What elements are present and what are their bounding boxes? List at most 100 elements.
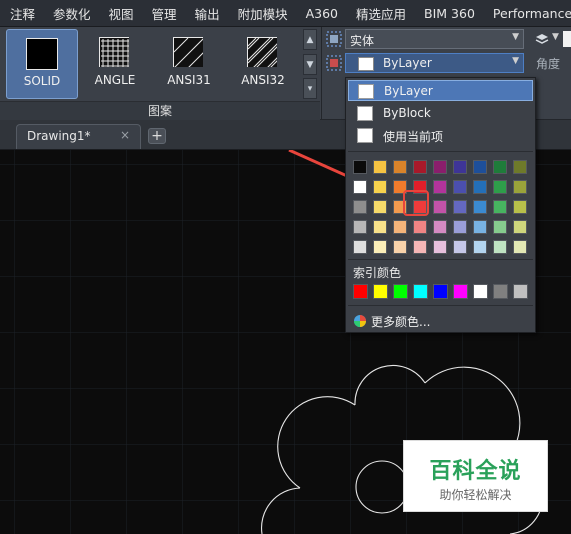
palette-swatch[interactable] [513,160,527,174]
color-option-byblock[interactable]: ByBlock [348,103,533,124]
palette-swatch[interactable] [473,180,487,194]
palette-swatch[interactable] [353,240,367,254]
index-color-swatch[interactable] [433,284,448,299]
hatch-panel-title: 图案 [0,101,320,120]
palette-swatch[interactable] [453,240,467,254]
menu-performance[interactable]: Performance [483,6,571,21]
option-label: 使用当前项 [383,130,444,144]
palette-swatch[interactable] [413,160,427,174]
palette-swatch[interactable] [353,180,367,194]
color-select[interactable]: ByLayer ▼ [345,53,524,73]
linetype-icon [326,31,342,47]
palette-swatch[interactable] [413,220,427,234]
palette-swatch[interactable] [353,220,367,234]
index-color-swatch[interactable] [413,284,428,299]
watermark-logo: 百科全说 助你轻松解决 [403,440,548,512]
hatch-pattern-solid[interactable]: SOLID [6,29,78,99]
menu-output[interactable]: 输出 [185,4,228,23]
palette-swatch[interactable] [473,240,487,254]
palette-swatch[interactable] [433,180,447,194]
close-icon[interactable]: × [120,128,130,142]
separator [348,259,533,260]
palette-swatch[interactable] [433,220,447,234]
watermark-title: 百科全说 [429,459,522,484]
white-chip [357,106,373,121]
palette-swatch[interactable] [373,240,387,254]
solid-pattern-icon [26,38,58,70]
index-color-swatch[interactable] [453,284,468,299]
menu-a360[interactable]: A360 [296,6,346,21]
more-colors-button[interactable]: 更多颜色... [353,312,533,330]
palette-swatch[interactable] [433,240,447,254]
palette-swatch[interactable] [353,200,367,214]
linetype-value: 实体 [350,34,375,48]
white-chip [358,84,374,99]
ansi31-pattern-icon [173,37,203,67]
color-value: ByLayer [383,56,432,70]
palette-swatch[interactable] [393,220,407,234]
palette-swatch[interactable] [493,220,507,234]
chevron-down-icon[interactable]: ▼ [552,32,559,42]
menu-annotate[interactable]: 注释 [0,4,43,23]
chevron-down-icon: ▼ [512,32,519,42]
palette-swatch[interactable] [393,240,407,254]
more-colors-label: 更多颜色... [371,315,431,329]
menu-parametric[interactable]: 参数化 [43,4,99,23]
color-option-bylayer[interactable]: ByLayer [348,80,533,101]
index-color-swatch[interactable] [513,284,528,299]
menu-view[interactable]: 视图 [99,4,142,23]
palette-swatch[interactable] [393,160,407,174]
new-tab-button[interactable]: + [148,128,166,144]
palette-swatch[interactable] [513,220,527,234]
hatch-pattern-ansi32[interactable]: ANSI32 [228,29,298,97]
layers-icon[interactable] [534,31,550,47]
palette-swatch[interactable] [413,240,427,254]
linetype-select[interactable]: 实体 ▼ [345,29,524,49]
index-color-swatch[interactable] [393,284,408,299]
index-color-swatch[interactable] [353,284,368,299]
hatch-pattern-angle[interactable]: ANGLE [80,29,150,97]
palette-swatch[interactable] [473,200,487,214]
separator [348,305,533,306]
palette-swatch[interactable] [373,160,387,174]
palette-swatch[interactable] [373,180,387,194]
menu-manage[interactable]: 管理 [142,4,185,23]
palette-swatch[interactable] [453,160,467,174]
palette-swatch[interactable] [433,160,447,174]
index-color-label: 索引颜色 [353,266,402,280]
tab-label: Drawing1* [27,129,91,143]
palette-swatch[interactable] [453,200,467,214]
menu-addins[interactable]: 附加模块 [228,4,296,23]
color-option-current[interactable]: 使用当前项 [348,125,533,146]
palette-swatch[interactable] [493,200,507,214]
palette-swatch[interactable] [453,220,467,234]
palette-swatch[interactable] [513,240,527,254]
palette-swatch[interactable] [493,240,507,254]
hatch-pattern-label: ANSI31 [167,73,211,87]
index-color-swatch[interactable] [373,284,388,299]
menu-featured-apps[interactable]: 精选应用 [346,4,414,23]
palette-swatch[interactable] [493,180,507,194]
hatch-pattern-ansi31[interactable]: ANSI31 [154,29,224,97]
palette-swatch[interactable] [473,220,487,234]
palette-swatch[interactable] [513,200,527,214]
tab-drawing1[interactable]: Drawing1* × [16,124,141,149]
index-color-swatch[interactable] [493,284,508,299]
palette-swatch[interactable] [373,220,387,234]
palette-swatch[interactable] [373,200,387,214]
watermark-subtitle: 助你轻松解决 [439,488,512,502]
palette-swatch[interactable] [433,200,447,214]
palette-swatch[interactable] [493,160,507,174]
palette-swatch[interactable] [453,180,467,194]
palette-swatch[interactable] [513,180,527,194]
gallery-down-icon[interactable]: ▼ [303,53,317,75]
gallery-expand-icon[interactable]: ▾ [303,78,317,99]
index-color-swatch[interactable] [473,284,488,299]
separator [348,151,533,152]
gallery-up-icon[interactable]: ▲ [303,29,317,50]
palette-swatch[interactable] [473,160,487,174]
color-wheel-icon [354,315,366,327]
palette-swatch[interactable] [353,160,367,174]
menu-bim360[interactable]: BIM 360 [414,6,483,21]
annotation-highlight-box [403,190,429,216]
